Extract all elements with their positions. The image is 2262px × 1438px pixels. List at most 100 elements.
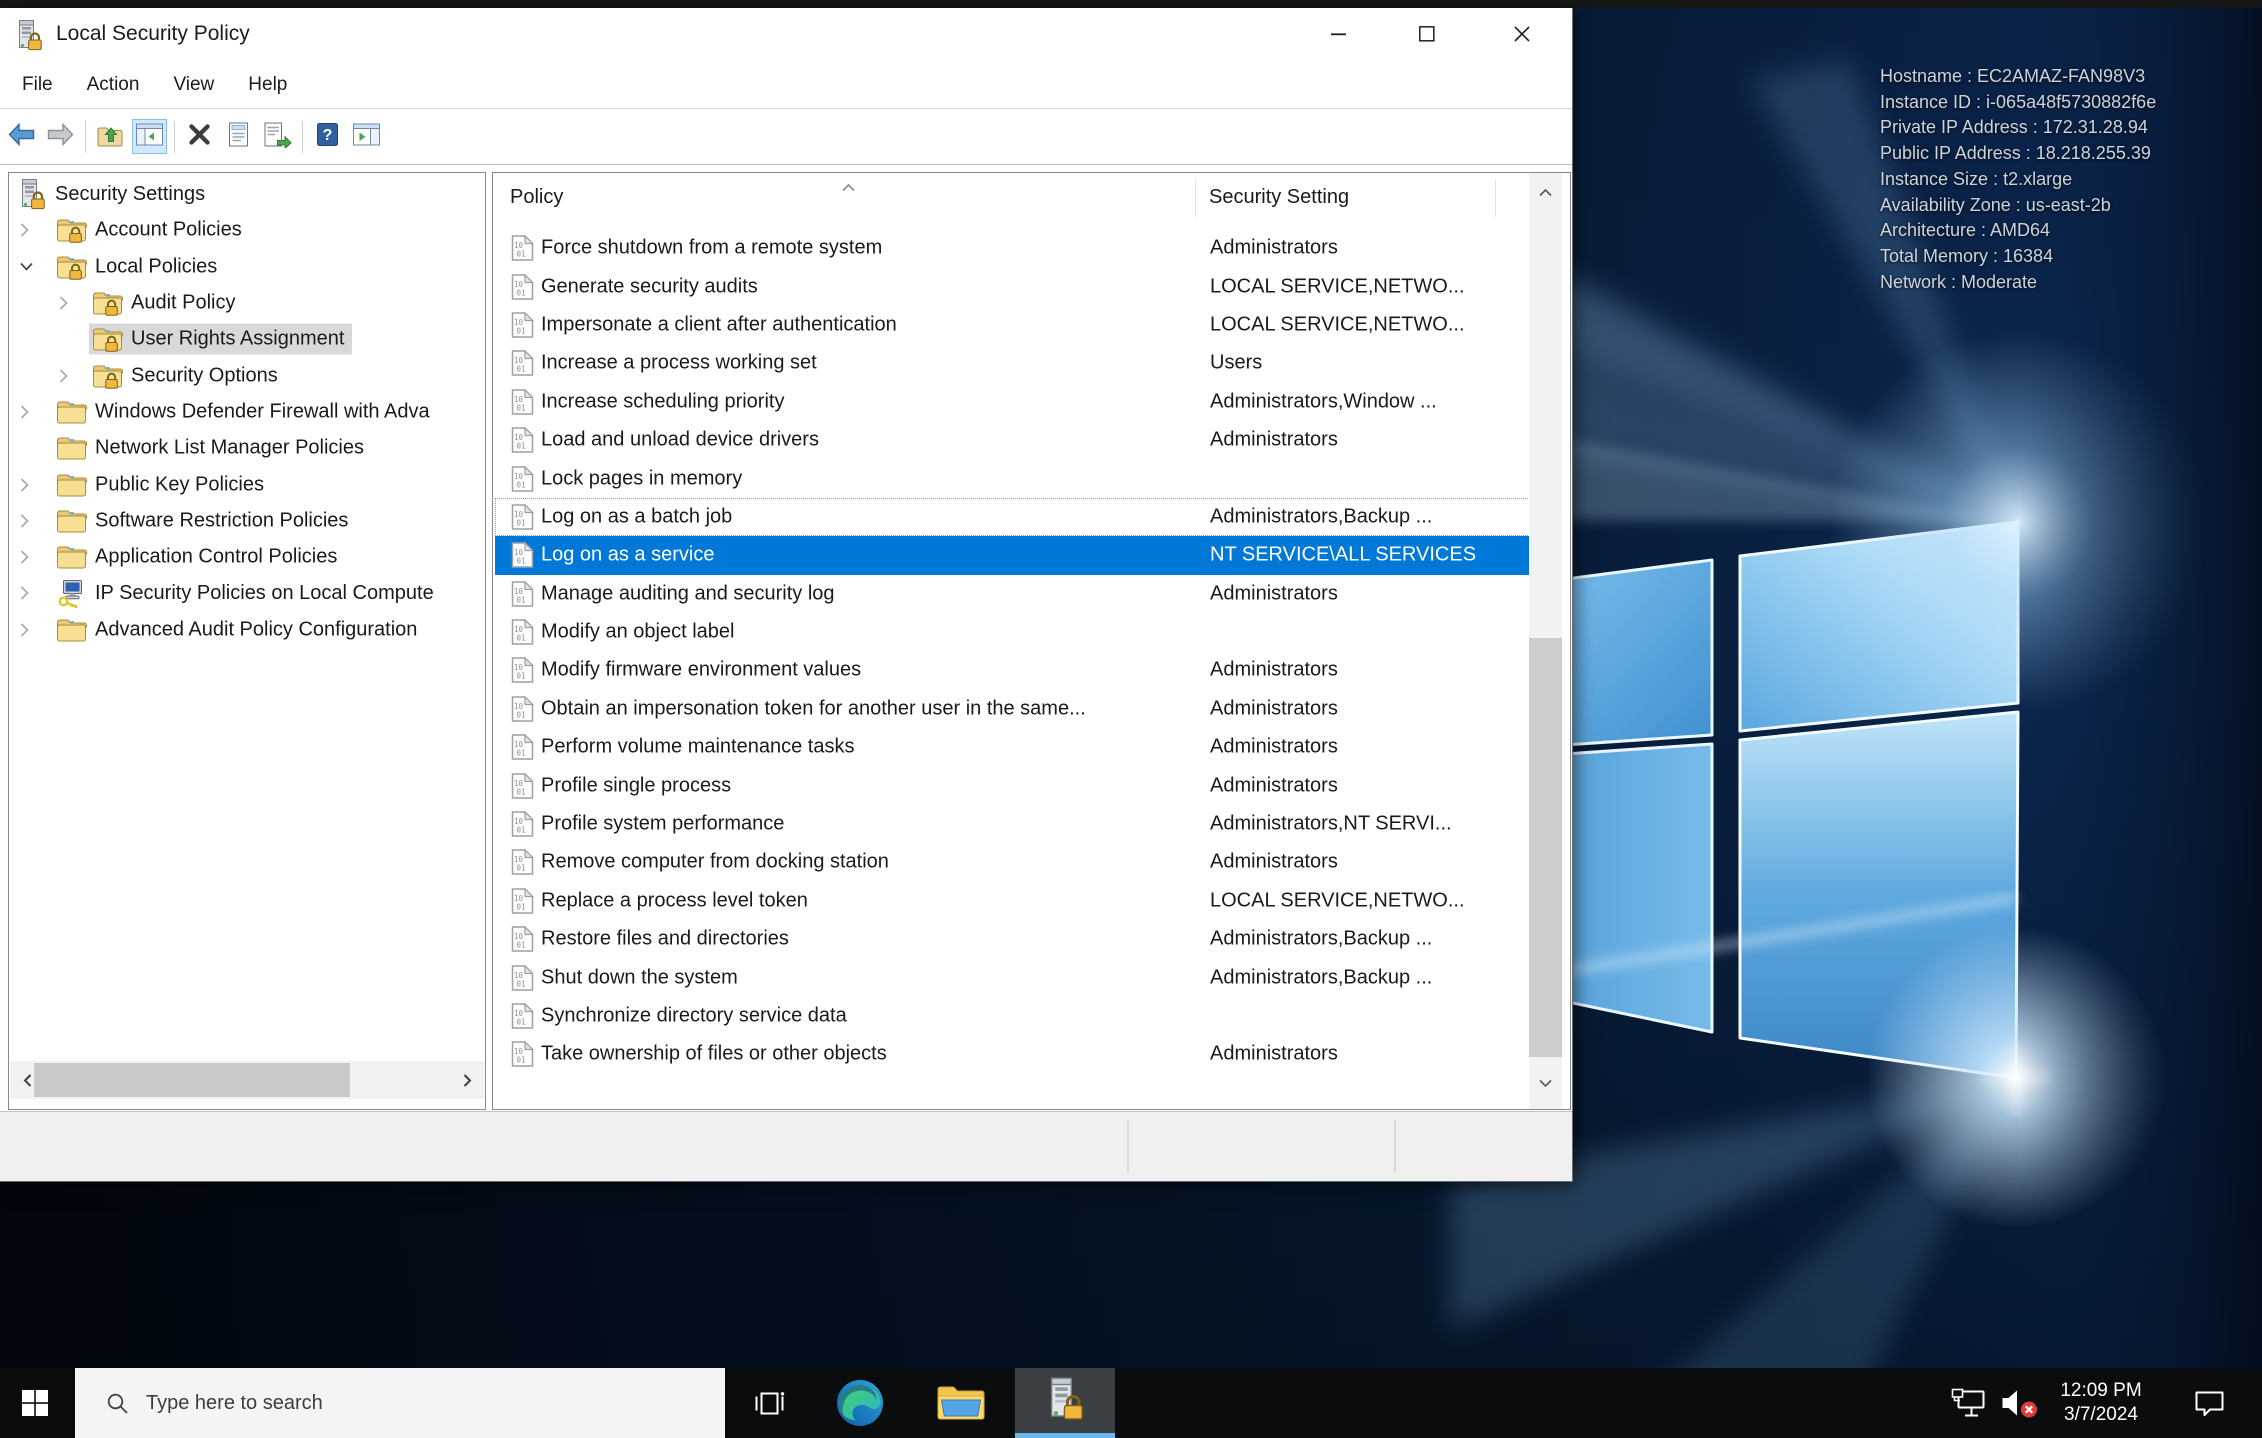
policy-row-obtain-an-impersonation-token-for-another-user-in-the-same[interactable]: 10 01 Obtain an impersonation token for an…: [495, 690, 1532, 728]
policy-row-log-on-as-a-batch-job[interactable]: 10 01 Log on as a batch job Administrators,…: [495, 497, 1532, 537]
policy-icon: 10 01: [511, 925, 534, 953]
toolbar-show-console-tree-button[interactable]: [132, 119, 167, 154]
tree-item-network-list-manager-policies[interactable]: Network List Manager Policies: [9, 430, 485, 466]
policy-row-load-and-unload-device-drivers[interactable]: 10 01 Load and unload device drivers Admini…: [495, 421, 1532, 459]
menu-help[interactable]: Help: [231, 74, 304, 96]
task-view-button[interactable]: [738, 1368, 800, 1438]
chevron-right-icon[interactable]: [19, 476, 30, 493]
action-center-button[interactable]: [2185, 1368, 2233, 1438]
console-tree: Security Settings Account Policies Local P…: [9, 176, 485, 648]
tree-horizontal-scrollbar[interactable]: [10, 1061, 484, 1099]
toolbar-help-button[interactable]: ?: [310, 119, 345, 154]
policy-row-remove-computer-from-docking-station[interactable]: 10 01 Remove computer from docking station…: [495, 843, 1532, 881]
policy-icon: 10 01: [511, 887, 534, 914]
policy-row-restore-files-and-directories[interactable]: 10 01 Restore files and directories Adminis…: [495, 920, 1532, 958]
policy-row-profile-single-process[interactable]: 10 01 Profile single process Administrators: [495, 766, 1532, 804]
policy-row-increase-scheduling-priority[interactable]: 10 01 Increase scheduling priority Administ…: [495, 383, 1532, 421]
policy-row-modify-firmware-environment-values[interactable]: 10 01 Modify firmware environment values Ad…: [495, 651, 1532, 689]
svg-text:01: 01: [517, 864, 526, 873]
scrollbar-thumb[interactable]: [34, 1063, 350, 1097]
policy-row-perform-volume-maintenance-tasks[interactable]: 10 01 Perform volume maintenance tasks Admi…: [495, 728, 1532, 766]
maximize-button[interactable]: [1394, 8, 1460, 60]
titlebar[interactable]: Local Security Policy: [0, 8, 1572, 62]
chevron-right-icon[interactable]: [19, 585, 30, 602]
toolbar-show-action-pane-button[interactable]: [349, 119, 384, 154]
edge-button[interactable]: [829, 1368, 891, 1438]
policy-row-modify-an-object-label[interactable]: 10 01 Modify an object label: [495, 613, 1532, 651]
tree-item-label: Public Key Policies: [95, 473, 264, 496]
folder-lock-icon: [92, 290, 123, 317]
chevron-down-icon[interactable]: [19, 261, 34, 272]
policy-row-log-on-as-a-service[interactable]: 10 01 Log on as a service NT SERVICE\ALL SE…: [495, 536, 1532, 575]
policy-row-increase-a-process-working-set[interactable]: 10 01 Increase a process working set Users: [495, 344, 1532, 382]
scroll-right-icon[interactable]: [450, 1061, 484, 1099]
svg-text:?: ?: [323, 127, 333, 144]
column-header-security-setting[interactable]: Security Setting: [1209, 186, 1349, 209]
tree-item-security-options[interactable]: Security Options: [9, 357, 485, 393]
tree-item-security-settings[interactable]: Security Settings: [9, 176, 485, 212]
minimize-button[interactable]: [1306, 8, 1372, 60]
tree-item-windows-defender-firewall-with-adva[interactable]: Windows Defender Firewall with Adva: [9, 394, 485, 430]
chevron-right-icon[interactable]: [19, 621, 30, 638]
volume-tray-button[interactable]: [1994, 1368, 2046, 1438]
policy-name: Remove computer from docking station: [541, 850, 889, 873]
scroll-up-icon[interactable]: [1529, 179, 1562, 205]
forward-icon: [46, 122, 75, 152]
chevron-right-icon[interactable]: [19, 222, 30, 239]
tree-item-ip-security-policies-on-local-compute[interactable]: IP Security Policies on Local Compute: [9, 575, 485, 611]
chevron-right-icon[interactable]: [58, 367, 69, 384]
column-header-policy[interactable]: Policy: [510, 186, 563, 209]
menu-action[interactable]: Action: [70, 74, 157, 96]
tree-item-application-control-policies[interactable]: Application Control Policies: [9, 539, 485, 575]
scroll-down-icon[interactable]: [1529, 1070, 1562, 1096]
instance-info-line: Private IP Address : 172.31.28.94: [1880, 117, 2148, 138]
scrollbar-thumb[interactable]: [1529, 638, 1562, 1057]
policy-row-profile-system-performance[interactable]: 10 01 Profile system performance Administra…: [495, 805, 1532, 843]
start-button[interactable]: [0, 1368, 70, 1438]
action-center-icon: [2195, 1391, 2223, 1416]
tree-item-account-policies[interactable]: Account Policies: [9, 212, 485, 248]
instance-info-line: Architecture : AMD64: [1880, 220, 2051, 241]
column-separator[interactable]: [1495, 179, 1496, 217]
tree-item-audit-policy[interactable]: Audit Policy: [9, 285, 485, 321]
taskbar-local-security-policy[interactable]: [1015, 1368, 1115, 1438]
tree-item-local-policies[interactable]: Local Policies: [9, 249, 485, 285]
tree-item-user-rights-assignment[interactable]: User Rights Assignment: [9, 321, 485, 357]
policy-row-generate-security-audits[interactable]: 10 01 Generate security audits LOCAL SERVIC…: [495, 267, 1532, 305]
svg-text:01: 01: [517, 672, 526, 681]
policy-row-lock-pages-in-memory[interactable]: 10 01 Lock pages in memory: [495, 459, 1532, 497]
policy-row-shut-down-the-system[interactable]: 10 01 Shut down the system Administrators,B…: [495, 958, 1532, 996]
chevron-right-icon[interactable]: [19, 512, 30, 529]
taskbar-search[interactable]: [75, 1368, 725, 1438]
toolbar-separator: [85, 120, 86, 153]
list-vertical-scrollbar[interactable]: [1529, 173, 1562, 1109]
close-button[interactable]: [1489, 8, 1555, 60]
chevron-right-icon[interactable]: [19, 403, 30, 420]
file-explorer-button[interactable]: [930, 1368, 992, 1438]
policy-row-manage-auditing-and-security-log[interactable]: 10 01 Manage auditing and security log Admi…: [495, 575, 1532, 613]
search-input[interactable]: [144, 1390, 708, 1416]
toolbar-back-button[interactable]: [4, 119, 39, 154]
tree-item-software-restriction-policies[interactable]: Software Restriction Policies: [9, 503, 485, 539]
network-tray-button[interactable]: [1946, 1368, 1994, 1438]
toolbar-delete-button[interactable]: [182, 119, 217, 154]
policy-row-impersonate-a-client-after-authentication[interactable]: 10 01 Impersonate a client after authentic…: [495, 306, 1532, 344]
taskbar-clock[interactable]: 12:09 PM 3/7/2024: [2045, 1368, 2157, 1438]
policy-row-take-ownership-of-files-or-other-objects[interactable]: 10 01 Take ownership of files or other obj…: [495, 1035, 1532, 1073]
toolbar-up-folder-button[interactable]: [93, 119, 128, 154]
menu-view[interactable]: View: [156, 74, 231, 96]
column-separator[interactable]: [1195, 179, 1196, 217]
security-setting-value: Administrators: [1210, 1042, 1338, 1065]
toolbar-forward-button[interactable]: [43, 119, 78, 154]
policy-icon: 10 01: [511, 311, 534, 338]
toolbar-export-list-button[interactable]: [260, 119, 295, 154]
policy-row-synchronize-directory-service-data[interactable]: 10 01 Synchronize directory service data: [495, 997, 1532, 1035]
chevron-right-icon[interactable]: [58, 295, 69, 312]
tree-item-advanced-audit-policy-configuration[interactable]: Advanced Audit Policy Configuration: [9, 612, 485, 648]
tree-item-public-key-policies[interactable]: Public Key Policies: [9, 466, 485, 502]
menu-file[interactable]: File: [5, 74, 70, 96]
policy-row-replace-a-process-level-token[interactable]: 10 01 Replace a process level token LOCAL S…: [495, 882, 1532, 920]
policy-row-force-shutdown-from-a-remote-system[interactable]: 10 01 Force shutdown from a remote system A…: [495, 229, 1532, 267]
toolbar-properties-list-button[interactable]: [221, 119, 256, 154]
chevron-right-icon[interactable]: [19, 549, 30, 566]
